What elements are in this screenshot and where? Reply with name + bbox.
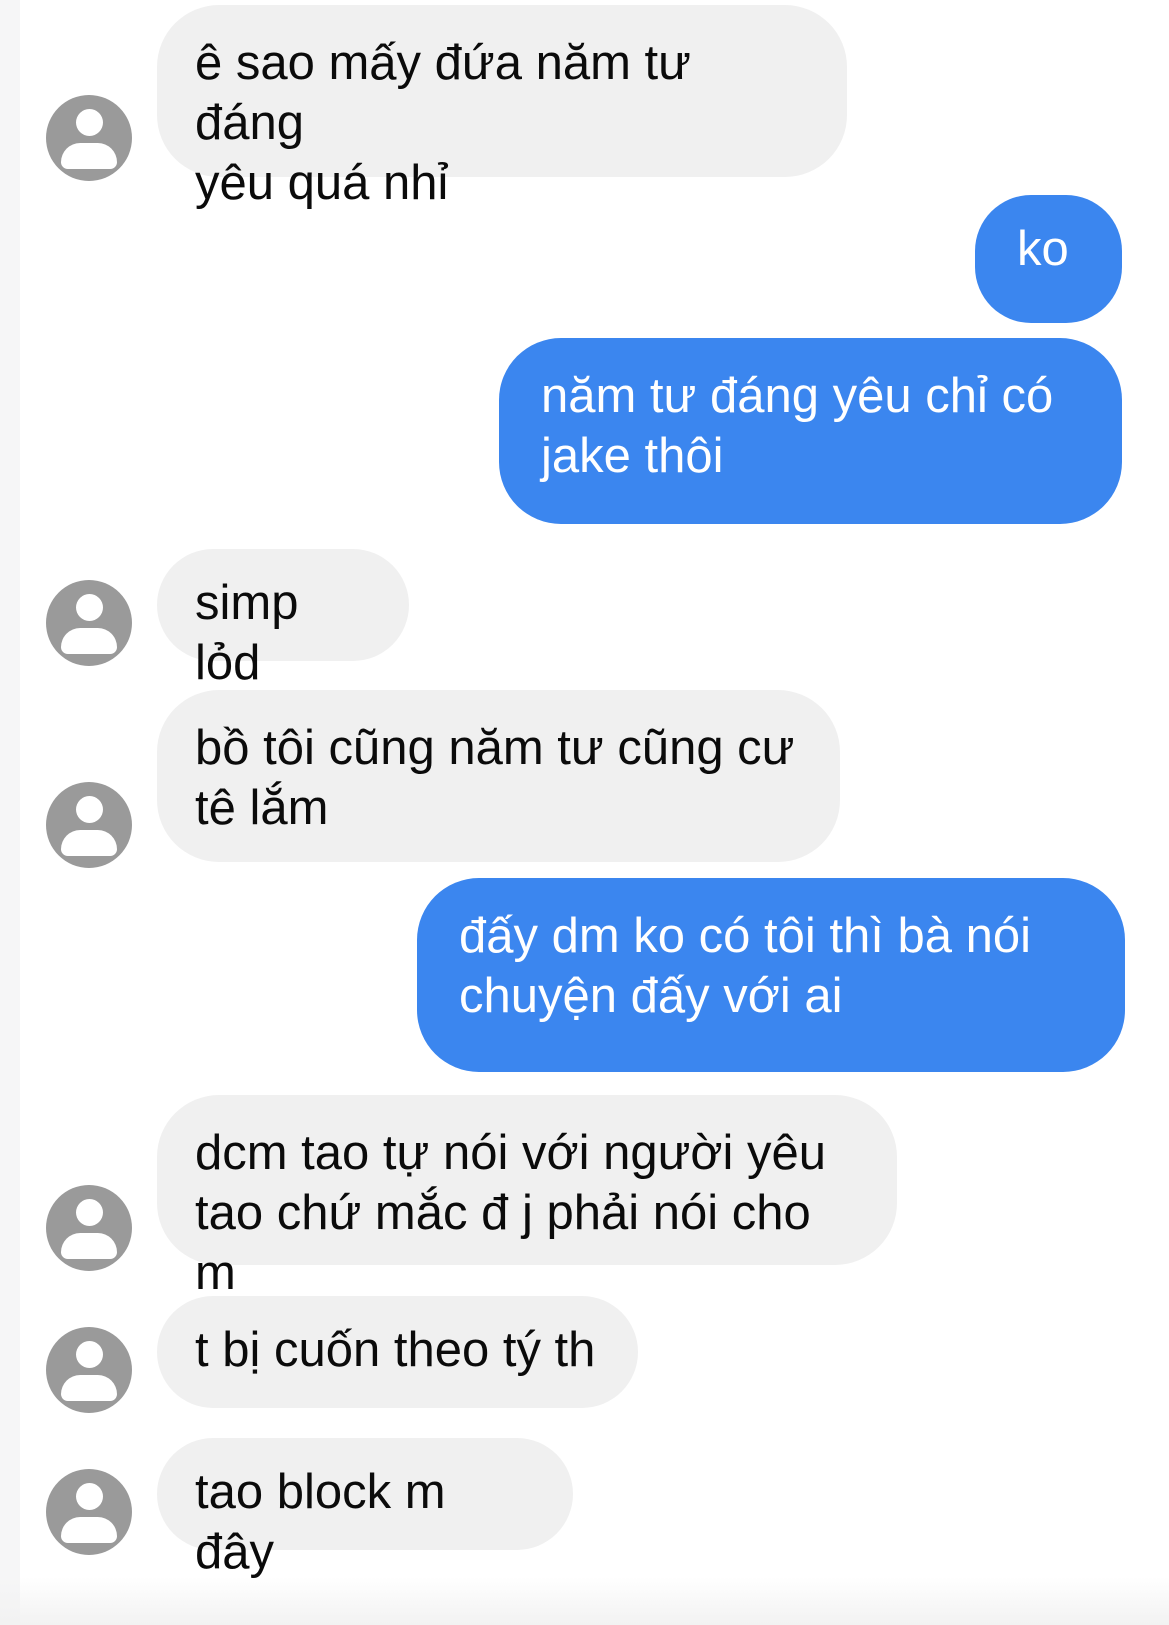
message-bubble-incoming[interactable]: t bị cuốn theo tý th: [157, 1296, 638, 1408]
message-bubble-incoming[interactable]: simp lỏd: [157, 549, 409, 690]
user-avatar-icon[interactable]: [46, 580, 132, 666]
user-avatar-icon[interactable]: [46, 95, 132, 181]
avatar-head: [76, 1199, 103, 1226]
message-bubble-outgoing[interactable]: đấy dm ko có tôi thì bà nói chuyện đấy v…: [417, 878, 1125, 1072]
message-bubble-outgoing[interactable]: ko: [975, 195, 1122, 323]
avatar-shoulders: [61, 830, 117, 856]
avatar-head: [76, 109, 103, 136]
message-bubble-incoming[interactable]: tao block m đây: [157, 1438, 573, 1579]
avatar-head: [76, 1483, 103, 1510]
avatar-head: [76, 796, 103, 823]
avatar-shoulders: [61, 143, 117, 169]
message-bubble-incoming[interactable]: bồ tôi cũng năm tư cũng cư tê lắm: [157, 690, 840, 862]
user-avatar-icon[interactable]: [46, 1469, 132, 1555]
bottom-fade: [0, 1577, 1169, 1625]
message-bubble-incoming[interactable]: ê sao mấy đứa năm tư đáng yêu quá nhỉ: [157, 5, 847, 210]
message-bubble-incoming[interactable]: dcm tao tự nói với người yêu tao chứ mắc…: [157, 1095, 897, 1300]
avatar-shoulders: [61, 1233, 117, 1259]
avatar-shoulders: [61, 628, 117, 654]
user-avatar-icon[interactable]: [46, 1185, 132, 1271]
chat-screen: { "messages": [ {"id": "m1", "side": "in…: [0, 0, 1169, 1625]
avatar-shoulders: [61, 1517, 117, 1543]
avatar-head: [76, 1341, 103, 1368]
message-bubble-outgoing[interactable]: năm tư đáng yêu chỉ có jake thôi: [499, 338, 1122, 524]
left-edge-strip: [0, 0, 20, 1625]
user-avatar-icon[interactable]: [46, 1327, 132, 1413]
avatar-head: [76, 594, 103, 621]
user-avatar-icon[interactable]: [46, 782, 132, 868]
avatar-shoulders: [61, 1375, 117, 1401]
